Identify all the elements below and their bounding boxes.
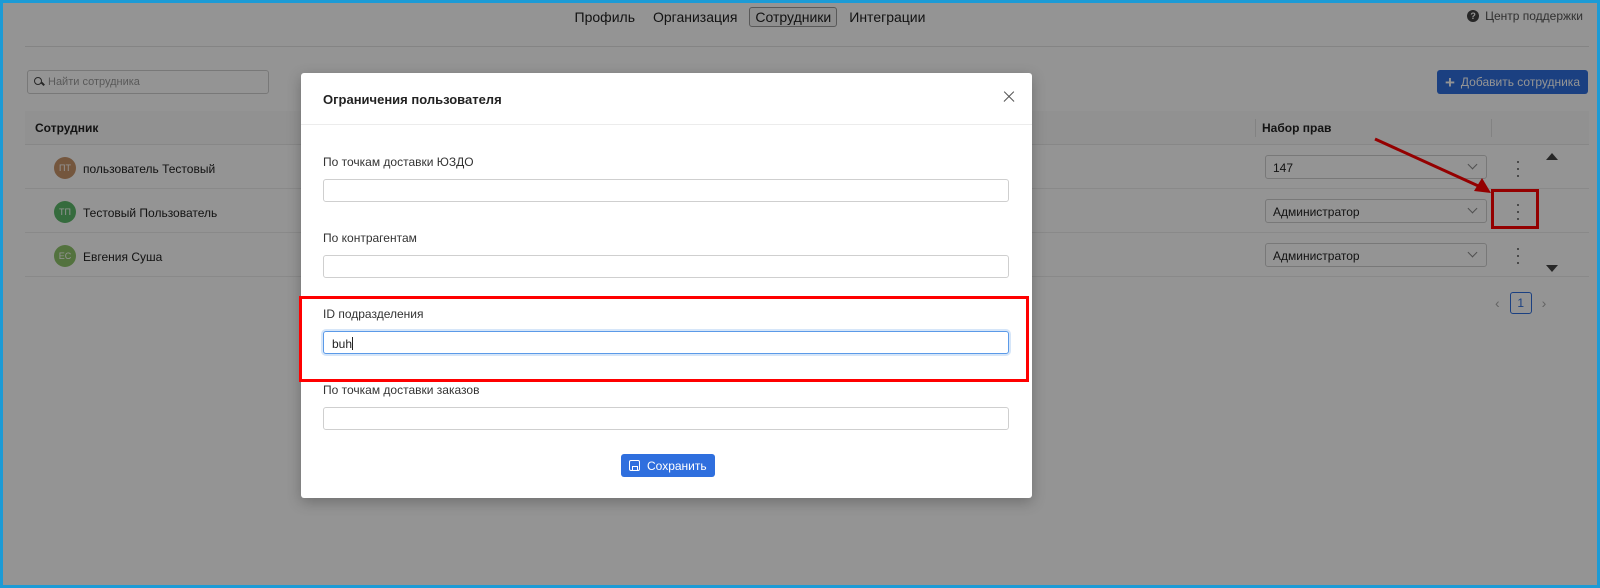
field-label: По контрагентам xyxy=(323,231,417,245)
save-button[interactable]: Сохранить xyxy=(621,454,715,477)
app-window: Профиль Организация Сотрудники Интеграци… xyxy=(3,3,1597,585)
save-label: Сохранить xyxy=(647,458,707,473)
order-delivery-points-field[interactable] xyxy=(323,407,1009,430)
field-label: По точкам доставки заказов xyxy=(323,383,480,397)
highlight-box xyxy=(299,296,1029,382)
field-label: По точкам доставки ЮЗДО xyxy=(323,155,474,169)
close-icon[interactable] xyxy=(1002,90,1016,104)
delivery-points-edo-field[interactable] xyxy=(323,179,1009,202)
modal-header: Ограничения пользователя xyxy=(301,73,1032,125)
counterparties-field[interactable] xyxy=(323,255,1009,278)
modal-title: Ограничения пользователя xyxy=(323,92,502,107)
save-icon xyxy=(629,460,640,471)
user-restrictions-modal: Ограничения пользователя По точкам доста… xyxy=(299,73,1032,498)
